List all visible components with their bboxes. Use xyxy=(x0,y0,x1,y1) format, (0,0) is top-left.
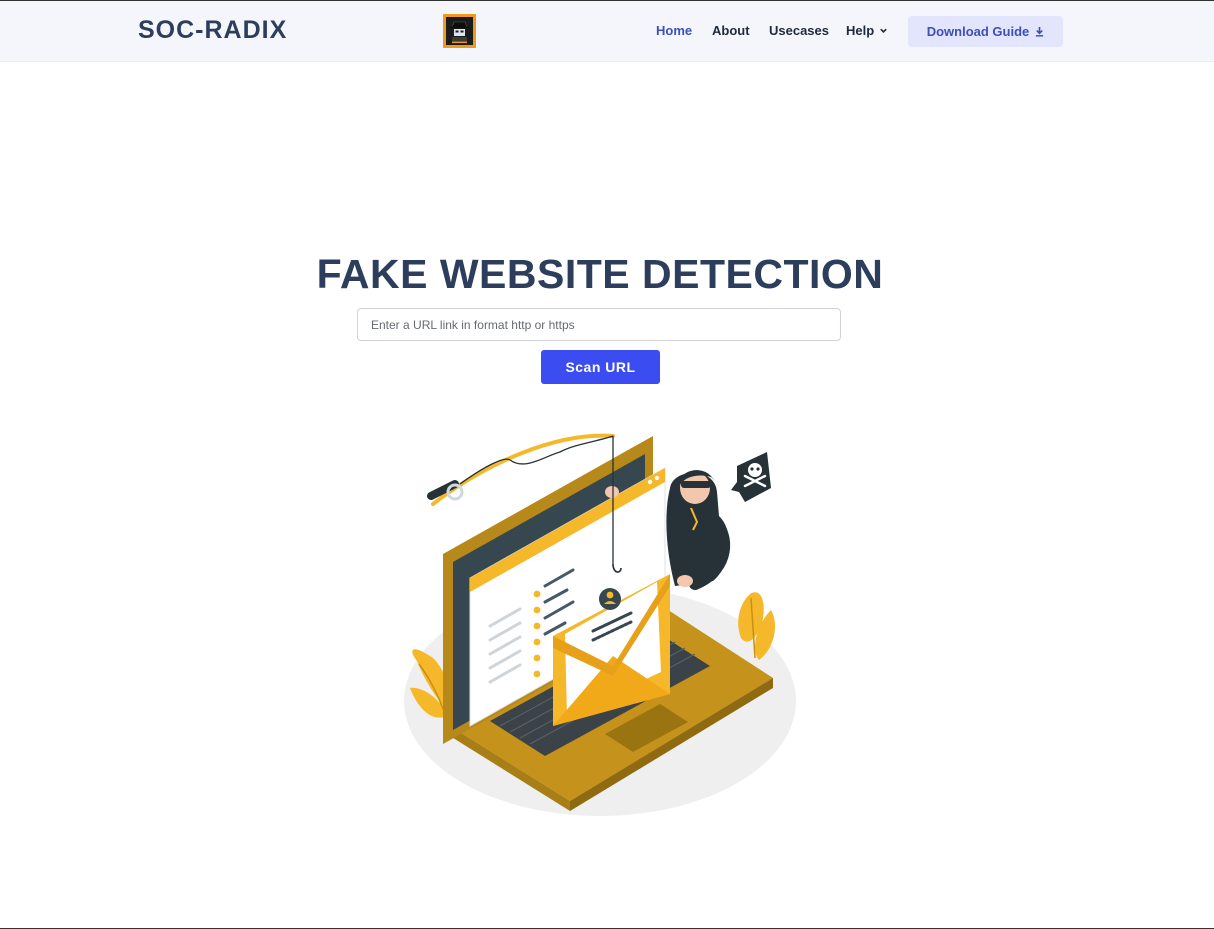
chevron-down-icon xyxy=(880,28,887,33)
top-navbar: SOC-RADIX Home About Usecases Help Downl… xyxy=(0,1,1214,62)
page-title: FAKE WEBSITE DETECTION xyxy=(316,251,884,297)
url-input[interactable] xyxy=(357,308,841,341)
nav-usecases-link[interactable]: Usecases xyxy=(769,23,829,38)
brand-name[interactable]: SOC-RADIX xyxy=(138,16,287,45)
scan-url-button[interactable]: Scan URL xyxy=(541,350,660,384)
nav-help-dropdown[interactable]: Help xyxy=(846,23,888,38)
download-icon xyxy=(1036,27,1044,37)
download-guide-label: Download Guide xyxy=(926,24,1030,39)
download-guide-button[interactable]: Download Guide xyxy=(908,16,1063,47)
nav-help-label: Help xyxy=(846,23,875,38)
phishing-laptop-illustration xyxy=(404,433,796,816)
nav-home-link[interactable]: Home xyxy=(656,23,692,38)
nav-about-link[interactable]: About xyxy=(712,23,750,38)
detective-logo-icon[interactable] xyxy=(443,14,476,48)
